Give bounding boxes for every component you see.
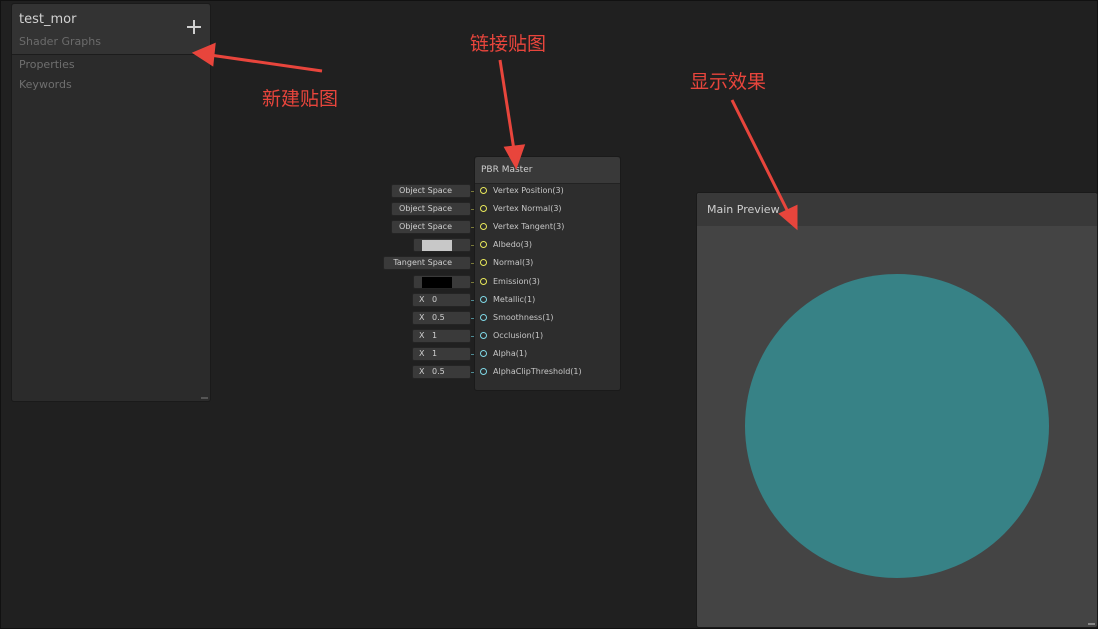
port-label: Occlusion(1) (493, 330, 544, 340)
blackboard-header[interactable]: test_mor Shader Graphs (12, 4, 210, 55)
port-label: Emission(3) (493, 276, 540, 286)
port-socket-icon[interactable] (480, 331, 487, 339)
port-socket-icon[interactable] (480, 277, 487, 285)
color-field[interactable] (413, 274, 471, 289)
port-label: Albedo(3) (493, 240, 532, 250)
space-dropdown[interactable]: Object Space (391, 220, 471, 235)
port-socket-icon[interactable] (480, 295, 487, 303)
color-swatch[interactable] (422, 276, 452, 288)
float-field[interactable]: X 0.5 (412, 365, 471, 379)
axis-label: X (419, 312, 425, 322)
float-value[interactable]: 1 (432, 348, 437, 360)
port-socket-icon[interactable] (480, 313, 487, 321)
axis-label: X (419, 367, 425, 376)
float-value[interactable]: 0.5 (432, 312, 445, 324)
graph-subtitle: Shader Graphs (19, 35, 101, 48)
port-socket-icon[interactable] (480, 205, 487, 213)
space-dropdown[interactable]: Object Space (391, 202, 471, 217)
port-label: Alpha(1) (493, 348, 528, 358)
port-label: Vertex Position(3) (493, 186, 564, 195)
float-value[interactable]: 0 (432, 294, 437, 306)
blackboard-resize-grip[interactable] (201, 397, 208, 399)
port-socket-icon[interactable] (480, 241, 487, 249)
port-socket-icon[interactable] (480, 368, 487, 375)
axis-label: X (419, 294, 425, 304)
arrow-link-texture (498, 59, 516, 151)
space-dropdown[interactable]: Object Space (391, 184, 471, 198)
master-node-title[interactable]: PBR Master (475, 157, 620, 184)
preview-resize-grip[interactable] (1088, 623, 1095, 625)
space-dropdown[interactable]: Tangent Space (383, 256, 471, 271)
blackboard-panel[interactable]: test_mor Shader Graphs Properties Keywor… (11, 3, 211, 402)
space-dropdown-value: Object Space (399, 204, 452, 214)
float-field[interactable]: X1 (412, 328, 471, 343)
port-socket-icon[interactable] (480, 259, 487, 267)
axis-label: X (419, 330, 425, 340)
port-label: Vertex Tangent(3) (493, 222, 565, 232)
main-preview-title[interactable]: Main Preview (697, 193, 1097, 226)
main-preview-panel[interactable]: Main Preview (696, 192, 1098, 628)
port-label: Smoothness(1) (493, 312, 554, 322)
float-value[interactable]: 0.5 (432, 366, 445, 378)
space-dropdown-value: Tangent Space (393, 258, 452, 268)
add-property-plus-icon[interactable] (186, 19, 202, 35)
axis-label: X (419, 348, 425, 358)
space-dropdown-value: Object Space (399, 186, 452, 195)
pbr-master-node[interactable]: PBR Master Vertex Position(3) Vertex Norm… (474, 156, 621, 391)
color-field[interactable] (413, 238, 471, 253)
keywords-section[interactable]: Keywords (19, 78, 72, 91)
float-field[interactable]: X1 (412, 346, 471, 361)
space-dropdown-value: Object Space (399, 222, 452, 232)
float-field[interactable]: X 0.5 (412, 310, 471, 325)
color-swatch[interactable] (422, 240, 452, 252)
annotation-show-effect: 显示效果 (690, 71, 767, 93)
graph-title: test_mor (19, 12, 77, 27)
port-label: AlphaClipThreshold(1) (493, 367, 582, 376)
float-field[interactable]: X0 (412, 292, 471, 307)
properties-section[interactable]: Properties (19, 58, 75, 71)
float-value[interactable]: 1 (432, 330, 437, 342)
preview-sphere[interactable] (745, 274, 1049, 578)
port-socket-icon[interactable] (480, 187, 487, 194)
port-socket-icon[interactable] (480, 223, 487, 231)
port-label: Vertex Normal(3) (493, 204, 562, 214)
arrow-new-texture (209, 53, 323, 73)
annotation-new-texture: 新建贴图 (262, 88, 339, 110)
port-label: Metallic(1) (493, 294, 536, 304)
port-label: Normal(3) (493, 258, 534, 268)
annotation-link-texture: 链接贴图 (470, 33, 547, 55)
port-socket-icon[interactable] (480, 349, 487, 357)
